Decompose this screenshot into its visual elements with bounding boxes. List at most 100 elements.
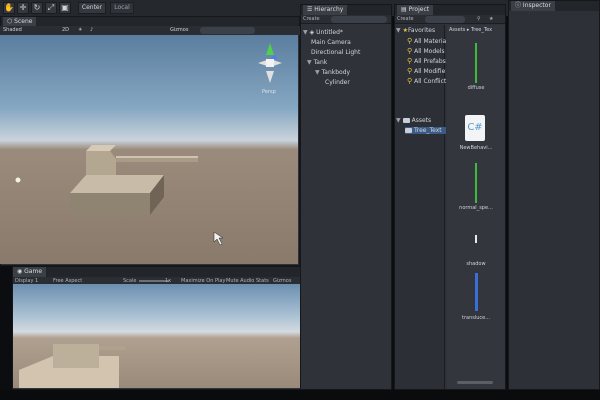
assets-subfolder-label: Tree_Text	[414, 127, 442, 134]
project-breadcrumb[interactable]: Assets ▸ Tree_Tex	[449, 27, 492, 33]
move-tool-icon[interactable]: ✛	[17, 2, 29, 14]
project-toolbar: Create ⚲ ★	[395, 15, 505, 24]
folder-icon	[405, 128, 412, 133]
assets-root-label: Assets	[411, 117, 432, 124]
hierarchy-toolbar: Create	[301, 15, 391, 24]
inspector-panel: ⓘ Inspector	[508, 0, 600, 390]
favorites-item[interactable]: ⚲ All Materia	[407, 37, 446, 45]
orientation-gizmo-icon[interactable]	[258, 43, 282, 83]
star-filter-icon[interactable]: ★	[489, 16, 493, 22]
project-asset-grid: Assets ▸ Tree_Tex diffuse C# NewBehavi..…	[447, 25, 505, 389]
tank-body-front	[70, 193, 150, 215]
persp-label: Persp	[262, 89, 276, 95]
hierarchy-scene-name: Untitled*	[316, 29, 343, 36]
search-icon: ⚲	[407, 37, 413, 45]
tank-turret-top	[86, 145, 116, 151]
mode-2d-toggle[interactable]: 2D	[62, 27, 69, 33]
rect-tool-icon[interactable]: ▣	[59, 2, 71, 14]
asset-label: transluce...	[461, 315, 490, 321]
favorites-item[interactable]: ⚲ All Modifie	[407, 67, 445, 75]
scene-tab-label: Scene	[14, 18, 33, 25]
hierarchy-item-directional-light[interactable]: Directional Light	[311, 49, 360, 56]
hierarchy-tabbar: ☰ Hierarchy	[301, 5, 391, 15]
assets-subfolder[interactable]: Tree_Text	[405, 127, 446, 134]
thumbnail-size-slider[interactable]	[457, 381, 493, 384]
diffuse-texture-thumbnail[interactable]	[475, 43, 477, 83]
translucency-texture-thumbnail[interactable]	[475, 273, 478, 311]
search-icon: ⚲	[407, 47, 413, 55]
project-tab-label: Project	[408, 6, 430, 13]
search-icon: ⚲	[407, 77, 413, 85]
favorites-label: Favorites	[408, 27, 436, 34]
normal-texture-thumbnail[interactable]	[475, 163, 477, 203]
expand-arrow-icon: ▼	[396, 117, 401, 124]
tank-turret	[86, 151, 116, 175]
tab-hierarchy[interactable]: ☰ Hierarchy	[303, 5, 348, 15]
scene-gizmos-dropdown[interactable]: Gizmos	[170, 27, 188, 33]
game-tank-turret	[53, 344, 99, 368]
favorites-item[interactable]: ⚲ All Models	[407, 47, 445, 55]
lock-icon[interactable]: ⚲	[477, 16, 481, 22]
game-viewport[interactable]	[13, 284, 300, 388]
favorites-item-label: All Materia	[414, 38, 447, 45]
favorites-header[interactable]: ▼ ★Favorites	[396, 27, 435, 34]
hierarchy-item-cylinder[interactable]: Cylinder	[325, 79, 350, 86]
expand-arrow-icon: ▼	[307, 59, 312, 66]
hierarchy-create-button[interactable]: Create	[303, 16, 320, 22]
shadow-texture-thumbnail[interactable]	[475, 235, 477, 243]
hierarchy-search-input[interactable]	[331, 16, 387, 23]
scene-search-input[interactable]	[200, 27, 255, 34]
search-icon: ⚲	[407, 67, 413, 75]
hierarchy-item-tankbody[interactable]: ▼ Tankbody	[315, 69, 350, 76]
hierarchy-tab-label: Hierarchy	[314, 6, 344, 13]
favorites-item-label: All Models	[414, 48, 445, 55]
directional-light-icon[interactable]	[15, 177, 21, 183]
audio-toggle-icon[interactable]: ♪	[90, 27, 93, 33]
hierarchy-item-label: Directional Light	[311, 49, 361, 56]
hierarchy-scene-root[interactable]: ▼ ◈ Untitled*	[303, 29, 343, 36]
info-icon: ⓘ	[515, 2, 523, 9]
pivot-local-button[interactable]: Local	[110, 2, 134, 14]
scene-graphics: Persp	[15, 43, 282, 246]
favorites-item-label: All Conflict	[414, 78, 447, 85]
asset-label: normal_spe...	[459, 205, 493, 211]
tab-inspector[interactable]: ⓘ Inspector	[511, 1, 555, 11]
hierarchy-item-label: Cylinder	[325, 79, 350, 86]
project-create-button[interactable]: Create	[397, 16, 414, 22]
inspector-tab-label: Inspector	[522, 2, 551, 9]
hierarchy-item-label: Main Camera	[311, 39, 351, 46]
project-folder-tree: ▼ ★Favorites ⚲ All Materia ⚲ All Models ⚲ Al…	[395, 25, 446, 389]
expand-arrow-icon: ▼	[396, 27, 401, 34]
favorites-item-label: All Prefabs	[414, 58, 446, 65]
bottom-bezel	[0, 390, 600, 400]
project-search-input[interactable]	[425, 16, 465, 23]
csharp-script-icon[interactable]: C#	[465, 115, 485, 141]
asset-label: diffuse	[467, 85, 485, 91]
expand-arrow-icon: ▼	[315, 69, 320, 76]
tab-game[interactable]: ◉ Game	[13, 267, 47, 277]
favorites-item[interactable]: ⚲ All Conflict	[407, 77, 446, 85]
rotate-tool-icon[interactable]: ↻	[31, 2, 43, 14]
hierarchy-item-main-camera[interactable]: Main Camera	[311, 39, 351, 46]
hierarchy-panel: ☰ Hierarchy Create ▼ ◈ Untitled* Main Cam…	[300, 4, 392, 390]
scale-tool-icon[interactable]: ⤢	[45, 2, 57, 14]
search-icon: ⚲	[407, 57, 413, 65]
scene-viewport[interactable]: Persp	[0, 35, 298, 264]
lighting-toggle-icon[interactable]: ☀	[78, 27, 82, 33]
hand-tool-icon[interactable]: ✋	[3, 2, 15, 14]
tab-project[interactable]: ▤ Project	[397, 5, 434, 15]
scene-control-bar: Shaded 2D ☀ ♪ Gizmos	[0, 26, 300, 35]
asset-label: shadow	[466, 261, 486, 267]
shading-mode-dropdown[interactable]: Shaded	[3, 27, 22, 33]
hierarchy-item-tank[interactable]: ▼ Tank	[307, 59, 327, 66]
hierarchy-item-label: Tank	[313, 59, 328, 66]
expand-arrow-icon: ▼	[303, 29, 308, 36]
assets-root-folder[interactable]: ▼ Assets	[396, 117, 431, 124]
game-graphics	[19, 344, 125, 388]
pivot-local-label: Local	[114, 4, 130, 11]
favorites-item[interactable]: ⚲ All Prefabs	[407, 57, 446, 65]
pivot-center-button[interactable]: Center	[78, 2, 106, 14]
project-icon: ▤	[401, 6, 409, 13]
folder-icon	[402, 118, 410, 123]
inspector-tabbar: ⓘ Inspector	[509, 1, 599, 11]
